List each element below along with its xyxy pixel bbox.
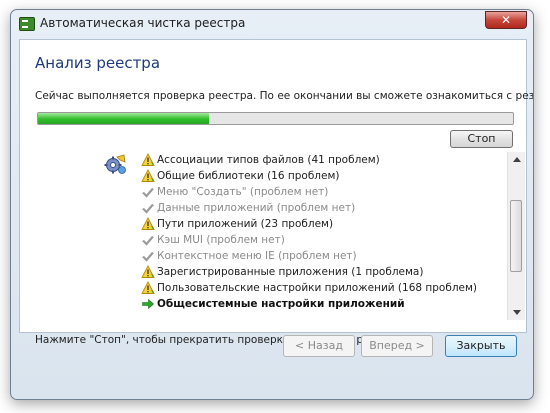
check-mark-icon	[141, 201, 155, 215]
next-button[interactable]: Вперед >	[361, 335, 433, 357]
status-text: Сейчас выполняется проверка реестра. По …	[35, 90, 534, 102]
list-item-label: Общесистемные настройки приложений	[157, 298, 405, 310]
registry-scan-gear-icon	[104, 154, 126, 174]
list-item-label: Контекстное меню IE (проблем нет)	[157, 250, 357, 262]
warning-triangle-icon	[141, 265, 155, 279]
close-button[interactable]: Закрыть	[445, 335, 517, 357]
page-title: Анализ реестра	[35, 54, 161, 72]
stop-button[interactable]: Стоп	[450, 130, 513, 148]
results-scrollbar[interactable]	[507, 152, 525, 320]
list-item-label: Пути приложений (23 проблем)	[157, 218, 334, 230]
green-arrow-icon	[141, 297, 155, 311]
registry-app-icon	[19, 17, 35, 31]
warning-triangle-icon	[141, 169, 155, 183]
scan-results-list: Ассоциации типов файлов (41 проблем) Общи…	[104, 152, 517, 320]
content-panel: Анализ реестра Сейчас выполняется провер…	[19, 39, 533, 346]
warning-triangle-icon	[141, 217, 155, 231]
list-item-label: Меню "Создать" (проблем нет)	[157, 186, 329, 198]
window-title: Автоматическая чистка реестра	[40, 16, 246, 30]
progress-fill	[38, 113, 209, 124]
warning-triangle-icon	[141, 281, 155, 295]
check-mark-icon	[141, 233, 155, 247]
scrollbar-thumb[interactable]	[510, 200, 522, 272]
scroll-up-icon[interactable]	[513, 157, 521, 162]
list-item-label: Общие библиотеки (16 проблем)	[157, 170, 340, 182]
warning-triangle-icon	[141, 153, 155, 167]
list-item-label: Ассоциации типов файлов (41 проблем)	[157, 154, 380, 166]
check-mark-icon	[141, 249, 155, 263]
title-bar[interactable]: Автоматическая чистка реестра ✕	[11, 10, 533, 38]
list-item-label: Кэш MUI (проблем нет)	[157, 234, 285, 246]
back-button[interactable]: < Назад	[283, 335, 355, 357]
registry-cleanup-window: Автоматическая чистка реестра ✕ Анализ р…	[10, 9, 534, 400]
check-mark-icon	[141, 185, 155, 199]
list-item-label: Данные приложений (проблем нет)	[157, 202, 356, 214]
window-close-button[interactable]: ✕	[485, 11, 527, 29]
list-item-label: Пользовательские настройки приложений (1…	[157, 282, 478, 294]
scan-progress-bar	[37, 112, 514, 125]
scroll-down-icon[interactable]	[513, 310, 521, 315]
list-item-label: Зарегистрированные приложения (1 проблем…	[157, 266, 424, 278]
